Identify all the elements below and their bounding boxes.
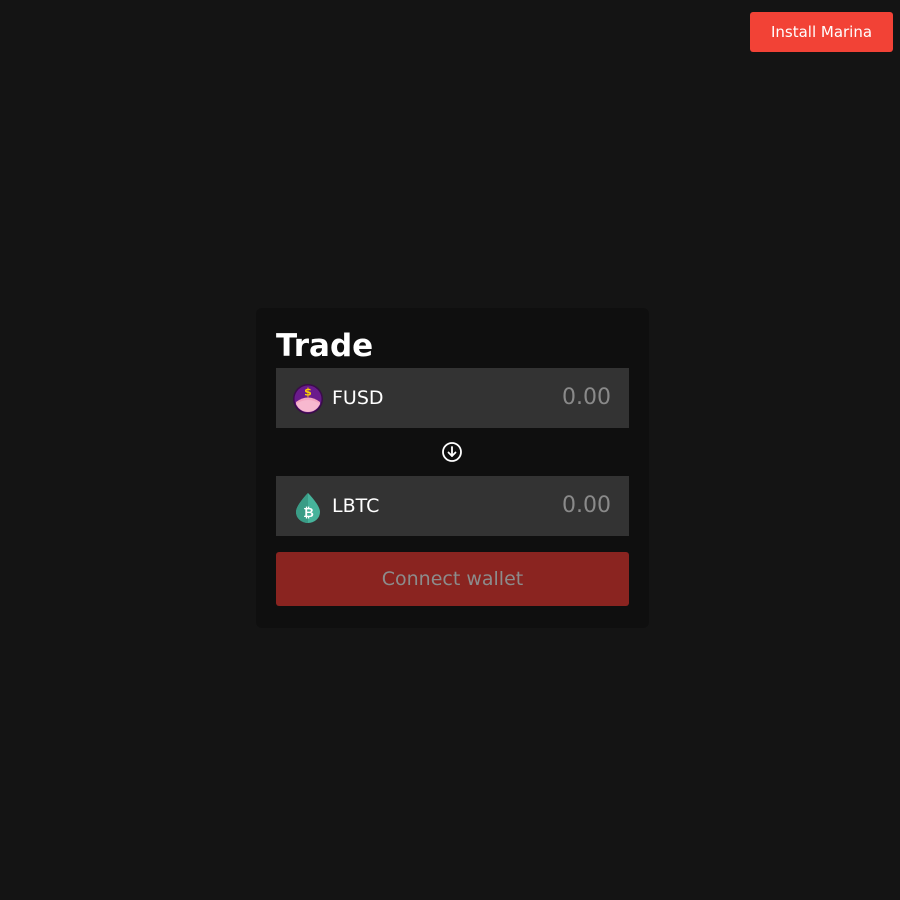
install-marina-button[interactable]: Install Marina bbox=[750, 12, 893, 52]
trade-card: Trade $ FUSD 0.00 ₿ LBTC 0.00 Connect wa… bbox=[256, 308, 649, 628]
connect-wallet-button[interactable]: Connect wallet bbox=[276, 552, 629, 606]
svg-text:$: $ bbox=[304, 386, 312, 399]
to-asset-ticker: LBTC bbox=[332, 495, 380, 517]
from-amount-input[interactable] bbox=[461, 382, 611, 412]
page: Install Marina Trade $ FUSD 0.00 ₿ LBTC … bbox=[0, 0, 900, 900]
arrow-down-circle-icon bbox=[441, 442, 463, 466]
swap-direction-button[interactable] bbox=[441, 441, 463, 463]
lbtc-token-icon: ₿ bbox=[292, 491, 324, 523]
svg-text:₿: ₿ bbox=[303, 506, 314, 521]
from-asset-ticker: FUSD bbox=[332, 387, 384, 409]
trade-title: Trade bbox=[276, 328, 374, 364]
to-amount-input[interactable] bbox=[461, 490, 611, 520]
from-asset-row: $ FUSD bbox=[276, 368, 629, 428]
to-asset-row: ₿ LBTC bbox=[276, 476, 629, 536]
fusd-token-icon: $ bbox=[292, 383, 324, 415]
